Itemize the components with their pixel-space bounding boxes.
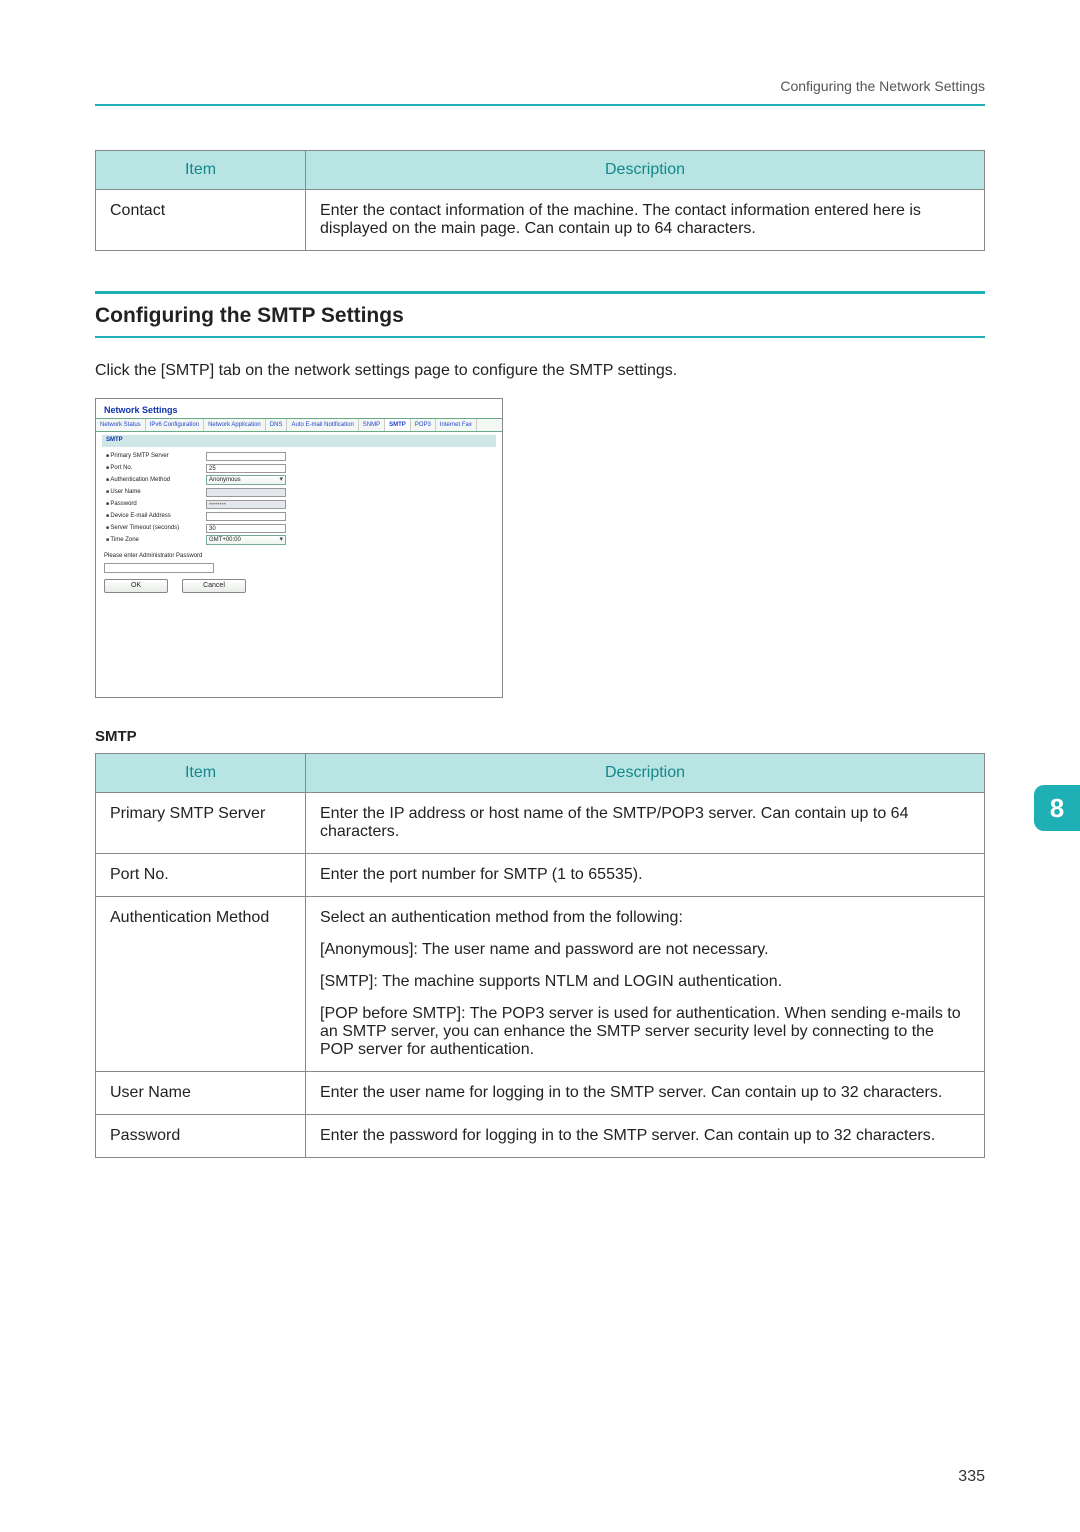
label-time-zone: Time Zone: [106, 537, 206, 543]
input-admin-password[interactable]: [104, 563, 214, 573]
section-title: Configuring the SMTP Settings: [95, 294, 985, 336]
cell-description: Enter the port number for SMTP (1 to 655…: [306, 854, 985, 897]
input-primary-smtp-server[interactable]: [206, 452, 286, 461]
cell-item: Contact: [96, 190, 306, 251]
label-authentication-method: Authentication Method: [106, 477, 206, 483]
admin-password-note: Please enter Administrator Password: [104, 553, 502, 559]
cell-item: Password: [96, 1115, 306, 1158]
select-authentication-method[interactable]: Anonymous: [206, 475, 286, 485]
input-device-email-address[interactable]: [206, 512, 286, 521]
chapter-tab: 8: [1034, 785, 1080, 831]
label-port-no: Port No.: [106, 465, 206, 471]
contact-table: Item Description Contact Enter the conta…: [95, 150, 985, 251]
section-instruction: Click the [SMTP] tab on the network sett…: [95, 362, 985, 380]
tab-ipv6-configuration[interactable]: IPv6 Configuration: [146, 419, 204, 431]
table-row: Authentication Method Select an authenti…: [96, 897, 985, 1072]
input-password[interactable]: ••••••••: [206, 500, 286, 509]
screenshot-tabs: Network Status IPv6 Configuration Networ…: [96, 418, 502, 432]
label-primary-smtp-server: Primary SMTP Server: [106, 453, 206, 459]
table-row: Contact Enter the contact information of…: [96, 190, 985, 251]
table-row: User Name Enter the user name for loggin…: [96, 1072, 985, 1115]
tab-internet-fax[interactable]: Internet Fax: [436, 419, 477, 431]
screenshot-form: Primary SMTP Server Port No.25 Authentic…: [96, 451, 502, 545]
tab-smtp[interactable]: SMTP: [385, 419, 411, 431]
table-row: Password Enter the password for logging …: [96, 1115, 985, 1158]
page-number: 335: [958, 1468, 985, 1486]
table-row: Port No. Enter the port number for SMTP …: [96, 854, 985, 897]
tab-snmp[interactable]: SNMP: [359, 419, 385, 431]
label-device-email-address: Device E-mail Address: [106, 513, 206, 519]
cell-item: User Name: [96, 1072, 306, 1115]
smtp-subheading: SMTP: [95, 728, 985, 745]
label-server-timeout: Server Timeout (seconds): [106, 525, 206, 531]
screenshot-window-title: Network Settings: [96, 399, 502, 418]
cancel-button[interactable]: Cancel: [182, 579, 246, 593]
header-rule: [95, 104, 985, 106]
input-server-timeout[interactable]: 30: [206, 524, 286, 533]
col-header-item: Item: [96, 754, 306, 793]
label-user-name: User Name: [106, 489, 206, 495]
col-header-description: Description: [306, 151, 985, 190]
select-time-zone[interactable]: GMT+00:00: [206, 535, 286, 545]
cell-item: Port No.: [96, 854, 306, 897]
page-header-right: Configuring the Network Settings: [780, 78, 985, 94]
cell-item: Primary SMTP Server: [96, 793, 306, 854]
cell-item: Authentication Method: [96, 897, 306, 1072]
auth-desc-line: [SMTP]: The machine supports NTLM and LO…: [320, 973, 970, 991]
cell-description: Select an authentication method from the…: [306, 897, 985, 1072]
col-header-item: Item: [96, 151, 306, 190]
cell-description: Enter the user name for logging in to th…: [306, 1072, 985, 1115]
tab-auto-email-notification[interactable]: Auto E-mail Notification: [287, 419, 358, 431]
ok-button[interactable]: OK: [104, 579, 168, 593]
input-user-name[interactable]: [206, 488, 286, 497]
cell-description: Enter the password for logging in to the…: [306, 1115, 985, 1158]
tab-pop3[interactable]: POP3: [411, 419, 436, 431]
section-divider-bottom: [95, 336, 985, 338]
auth-desc-line: [POP before SMTP]: The POP3 server is us…: [320, 1005, 970, 1059]
tab-dns[interactable]: DNS: [266, 419, 288, 431]
input-port-no[interactable]: 25: [206, 464, 286, 473]
label-password: Password: [106, 501, 206, 507]
tab-network-application[interactable]: Network Application: [204, 419, 266, 431]
table-row: Primary SMTP Server Enter the IP address…: [96, 793, 985, 854]
col-header-description: Description: [306, 754, 985, 793]
screenshot-section-bar: SMTP: [102, 435, 496, 447]
auth-desc-line: Select an authentication method from the…: [320, 909, 970, 927]
smtp-screenshot: Network Settings Network Status IPv6 Con…: [95, 398, 503, 698]
smtp-table: Item Description Primary SMTP Server Ent…: [95, 753, 985, 1158]
tab-network-status[interactable]: Network Status: [96, 419, 146, 431]
cell-description: Enter the contact information of the mac…: [306, 190, 985, 251]
auth-desc-line: [Anonymous]: The user name and password …: [320, 941, 970, 959]
cell-description: Enter the IP address or host name of the…: [306, 793, 985, 854]
